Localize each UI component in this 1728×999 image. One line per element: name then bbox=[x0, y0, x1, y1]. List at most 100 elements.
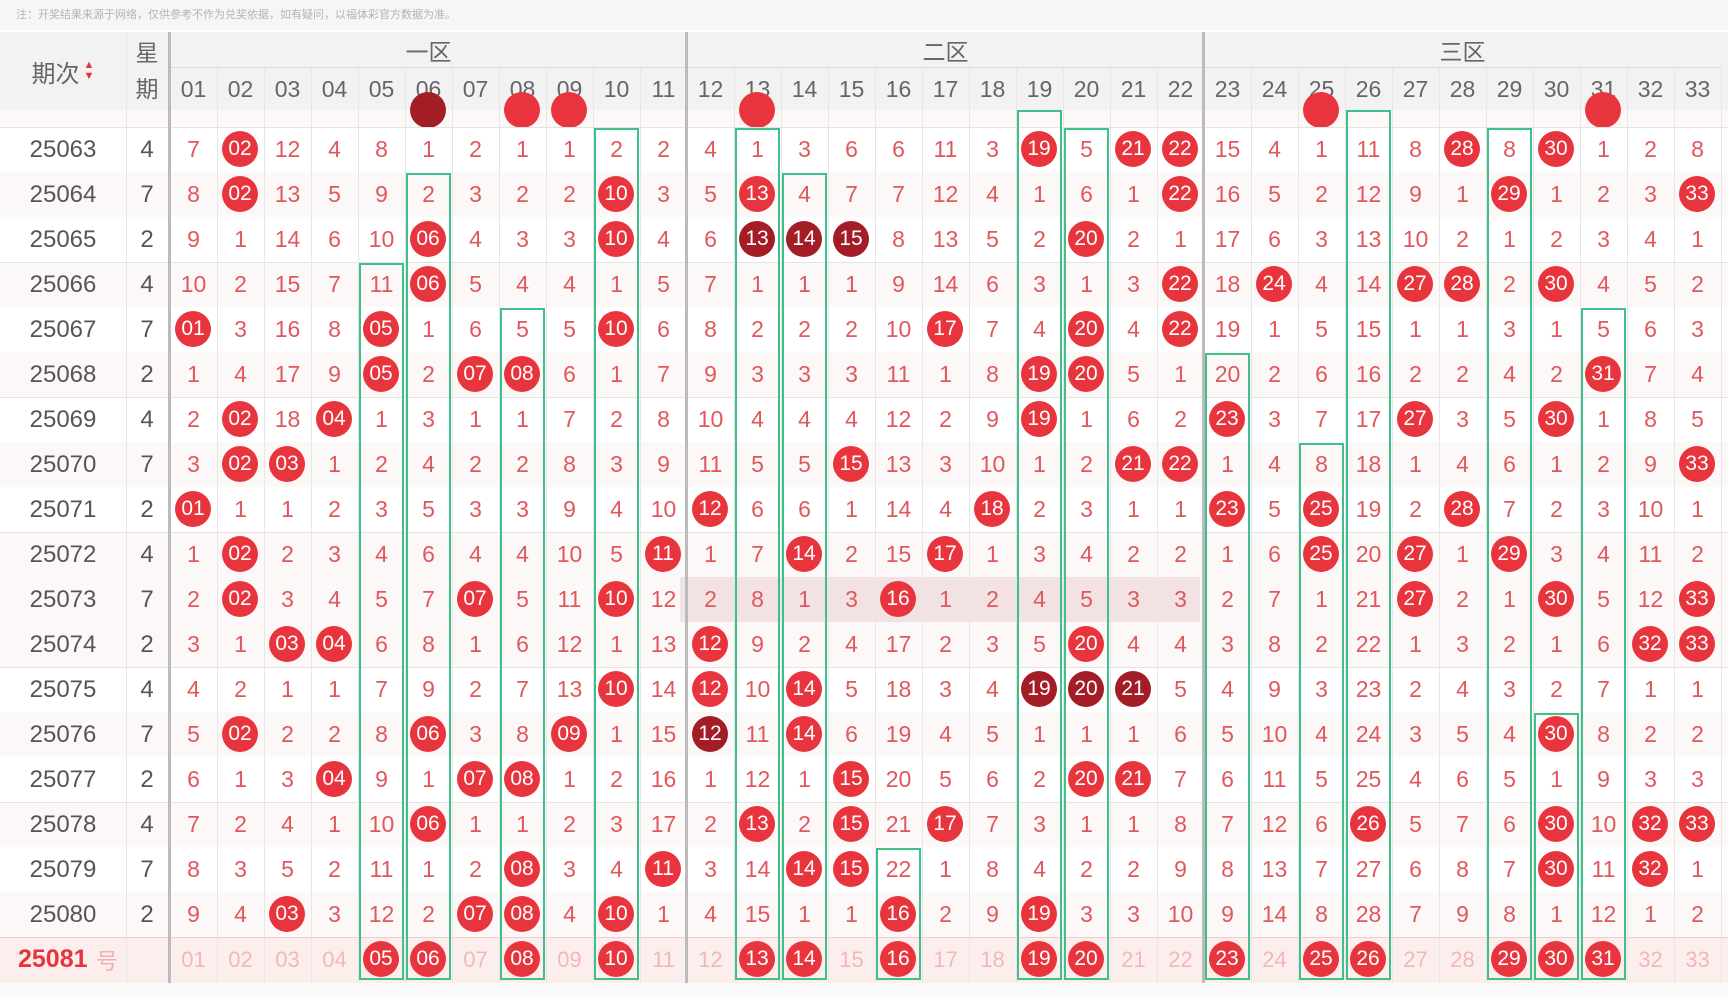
miss-count: 2 bbox=[1033, 766, 1046, 792]
miss-count: 3 bbox=[1315, 676, 1328, 702]
selected-ball[interactable]: 30 bbox=[1538, 941, 1574, 977]
miss-count: 8 bbox=[1597, 721, 1610, 747]
miss-count: 7 bbox=[516, 676, 529, 702]
drawn-ball: 32 bbox=[1632, 806, 1668, 842]
candidate-number[interactable]: 32 bbox=[1627, 937, 1674, 982]
row-week: 2 bbox=[140, 765, 154, 793]
drawn-ball: 29 bbox=[1491, 176, 1527, 212]
drawn-ball: 19 bbox=[1021, 356, 1057, 392]
miss-count: 5 bbox=[328, 181, 341, 207]
drawn-ball: 03 bbox=[269, 896, 305, 932]
miss-count: 5 bbox=[375, 586, 388, 612]
miss-count: 2 bbox=[798, 811, 811, 837]
selected-ball[interactable]: 06 bbox=[410, 941, 446, 977]
miss-count: 4 bbox=[422, 451, 435, 477]
candidate-number[interactable]: 15 bbox=[828, 937, 875, 982]
miss-count: 4 bbox=[1315, 721, 1328, 747]
candidate-number[interactable]: 09 bbox=[546, 937, 593, 982]
miss-count: 5 bbox=[1409, 811, 1422, 837]
issue-header[interactable]: 期次 ▲ ▼ bbox=[0, 32, 126, 110]
miss-count: 6 bbox=[1127, 406, 1140, 432]
candidate-number[interactable]: 18 bbox=[969, 937, 1016, 982]
candidate-number[interactable]: 04 bbox=[311, 937, 358, 982]
miss-count: 1 bbox=[375, 406, 388, 432]
candidate-number[interactable]: 24 bbox=[1251, 937, 1298, 982]
drawn-ball: 14 bbox=[786, 671, 822, 707]
selected-ball[interactable]: 19 bbox=[1021, 941, 1057, 977]
selected-ball[interactable]: 29 bbox=[1491, 941, 1527, 977]
column-divider bbox=[1439, 68, 1440, 983]
candidate-number[interactable]: 03 bbox=[264, 937, 311, 982]
candidate-number[interactable]: 28 bbox=[1439, 937, 1486, 982]
selected-ball[interactable]: 08 bbox=[504, 941, 540, 977]
miss-count: 1 bbox=[1221, 541, 1234, 567]
candidate-number[interactable]: 07 bbox=[452, 937, 499, 982]
miss-count: 2 bbox=[563, 181, 576, 207]
miss-count: 2 bbox=[328, 856, 341, 882]
miss-count: 6 bbox=[1268, 541, 1281, 567]
miss-count: 4 bbox=[1597, 271, 1610, 297]
drawn-ball: 17 bbox=[927, 536, 963, 572]
selected-ball[interactable]: 10 bbox=[598, 941, 634, 977]
selected-ball[interactable]: 13 bbox=[739, 941, 775, 977]
drawn-ball: 20 bbox=[1068, 221, 1104, 257]
column-divider bbox=[405, 68, 406, 983]
miss-count: 13 bbox=[1355, 226, 1382, 252]
miss-count: 27 bbox=[1355, 856, 1382, 882]
miss-count: 3 bbox=[939, 451, 952, 477]
miss-count: 8 bbox=[986, 361, 999, 387]
candidate-number[interactable]: 12 bbox=[687, 937, 734, 982]
miss-count: 5 bbox=[986, 226, 999, 252]
miss-count: 1 bbox=[1644, 676, 1657, 702]
selected-ball[interactable]: 16 bbox=[880, 941, 916, 977]
selected-ball[interactable]: 23 bbox=[1209, 941, 1245, 977]
miss-count: 4 bbox=[516, 271, 529, 297]
candidate-number[interactable]: 22 bbox=[1157, 937, 1204, 982]
drawn-ball: 04 bbox=[316, 401, 352, 437]
drawn-ball: 17 bbox=[927, 311, 963, 347]
drawn-ball: 08 bbox=[504, 356, 540, 392]
candidate-number[interactable]: 27 bbox=[1392, 937, 1439, 982]
selected-ball[interactable]: 31 bbox=[1585, 941, 1621, 977]
sort-arrows-icon[interactable]: ▲ ▼ bbox=[84, 60, 95, 82]
miss-count: 1 bbox=[469, 631, 482, 657]
miss-count: 2 bbox=[1691, 721, 1704, 747]
miss-count: 1 bbox=[1550, 181, 1563, 207]
drawn-ball: 02 bbox=[222, 581, 258, 617]
partial-row bbox=[0, 110, 1728, 127]
row-week: 7 bbox=[140, 855, 154, 883]
miss-count: 1 bbox=[1033, 721, 1046, 747]
miss-count: 6 bbox=[1597, 631, 1610, 657]
miss-count: 2 bbox=[234, 271, 247, 297]
miss-count: 14 bbox=[744, 856, 771, 882]
miss-count: 7 bbox=[1409, 901, 1422, 927]
selected-ball[interactable]: 20 bbox=[1068, 941, 1104, 977]
miss-count: 3 bbox=[469, 181, 482, 207]
drawn-ball: 22 bbox=[1162, 131, 1198, 167]
selected-ball[interactable]: 25 bbox=[1303, 941, 1339, 977]
miss-count: 1 bbox=[610, 721, 623, 747]
candidate-number[interactable]: 02 bbox=[217, 937, 264, 982]
candidate-number[interactable]: 33 bbox=[1674, 937, 1721, 982]
drawn-ball: 06 bbox=[410, 221, 446, 257]
miss-count: 6 bbox=[1503, 451, 1516, 477]
selected-ball[interactable]: 14 bbox=[786, 941, 822, 977]
selected-ball[interactable]: 05 bbox=[363, 941, 399, 977]
candidate-number[interactable]: 01 bbox=[170, 937, 217, 982]
drawn-ball: 19 bbox=[1021, 131, 1057, 167]
selected-ball[interactable]: 26 bbox=[1350, 941, 1386, 977]
drawn-ball: 02 bbox=[222, 446, 258, 482]
miss-count: 10 bbox=[650, 496, 677, 522]
miss-count: 1 bbox=[610, 361, 623, 387]
candidate-number[interactable]: 11 bbox=[640, 937, 687, 982]
candidate-number[interactable]: 21 bbox=[1110, 937, 1157, 982]
miss-count: 1 bbox=[1644, 901, 1657, 927]
column-divider bbox=[734, 68, 735, 983]
miss-count: 9 bbox=[657, 451, 670, 477]
row-issue: 25069 bbox=[29, 405, 97, 433]
candidate-number[interactable]: 17 bbox=[922, 937, 969, 982]
trend-chart-grid: 注：开奖结果来源于网络，仅供参考不作为兑奖依据，如有疑问，以福体彩官方数据为准。… bbox=[0, 0, 1728, 999]
miss-count: 6 bbox=[1221, 766, 1234, 792]
miss-count: 4 bbox=[1080, 541, 1093, 567]
row-week: 2 bbox=[140, 495, 154, 523]
